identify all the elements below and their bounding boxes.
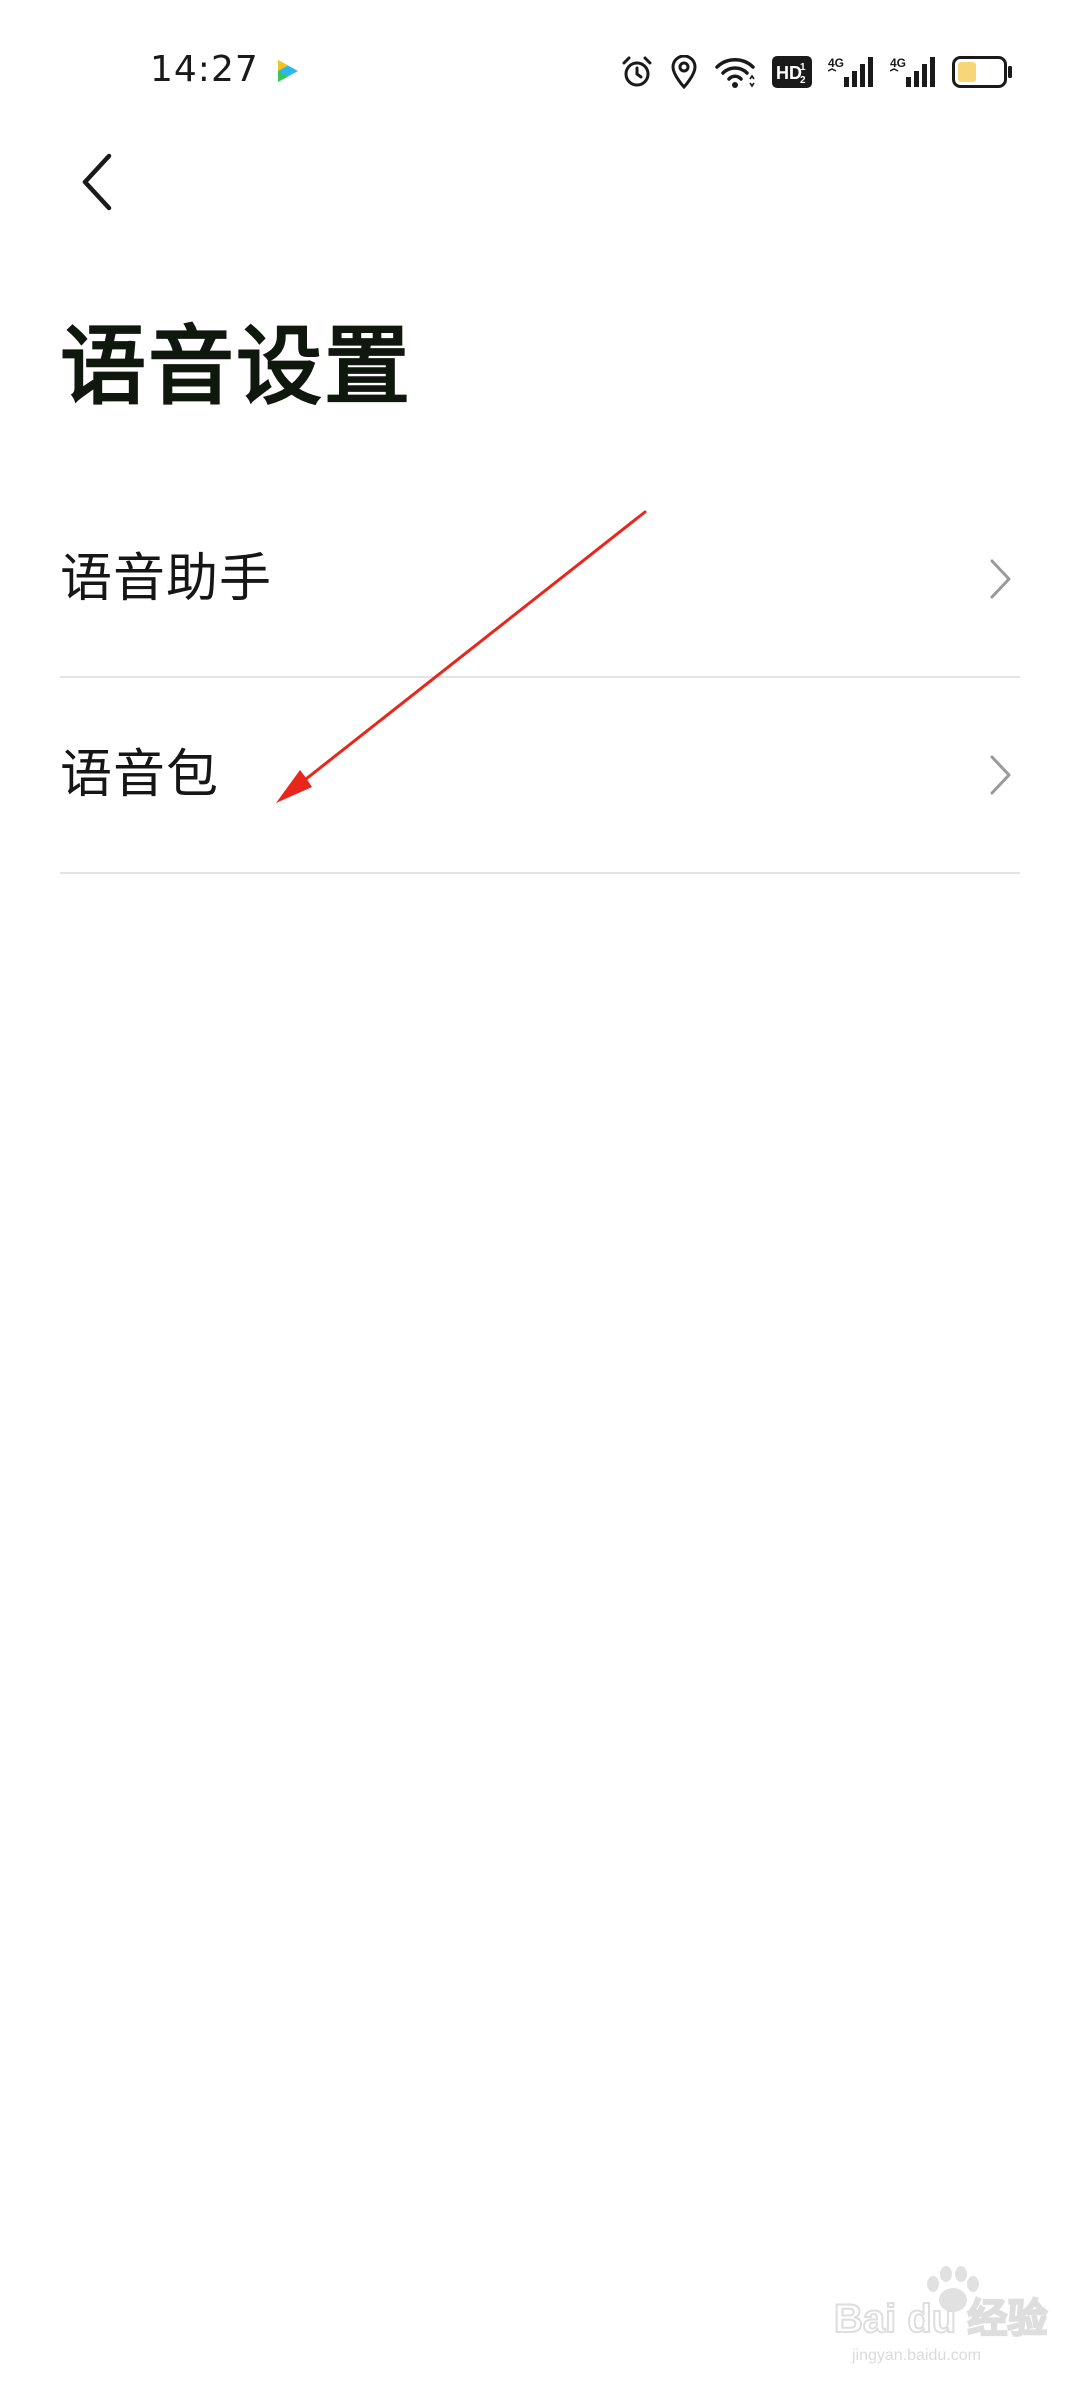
settings-list: 语音助手 语音包 <box>60 482 1020 874</box>
chevron-left-icon <box>82 153 112 211</box>
baidu-jingyan-watermark: Bai du 经验 jingyan.baidu.com <box>833 2266 1048 2364</box>
svg-text:jingyan.baidu.com: jingyan.baidu.com <box>851 2347 981 2364</box>
svg-text:1: 1 <box>800 62 806 73</box>
signal-4g-icon: 4G <box>828 56 873 87</box>
status-bar: 14:27 HD 1 2 4G 4G <box>0 0 1080 140</box>
alarm-icon <box>622 56 652 87</box>
back-button[interactable] <box>60 146 132 218</box>
svg-text:2: 2 <box>800 75 806 86</box>
chevron-right-icon <box>990 755 1011 795</box>
settings-item-label: 语音包 <box>60 745 220 805</box>
location-icon <box>671 55 697 89</box>
svg-text:4G: 4G <box>890 56 906 70</box>
battery-icon <box>952 56 1012 88</box>
chevron-right-icon <box>990 559 1011 599</box>
video-app-icon <box>278 60 298 82</box>
svg-text:Bai du 经验: Bai du 经验 <box>834 2297 1047 2341</box>
settings-item-voice-pack[interactable]: 语音包 <box>60 678 1020 874</box>
hd-icon: HD 1 2 <box>772 56 812 88</box>
battery-level <box>958 62 976 82</box>
settings-item-label: 语音助手 <box>60 549 273 609</box>
svg-text:HD: HD <box>776 63 802 83</box>
svg-text:4G: 4G <box>828 56 844 70</box>
settings-item-voice-assistant[interactable]: 语音助手 <box>60 482 1020 678</box>
page-title: 语音设置 <box>60 317 412 417</box>
signal-4g-icon: 4G <box>890 56 935 87</box>
wifi-icon <box>715 58 755 88</box>
status-time: 14:27 <box>150 49 259 90</box>
status-icons: HD 1 2 4G 4G <box>620 50 1012 94</box>
